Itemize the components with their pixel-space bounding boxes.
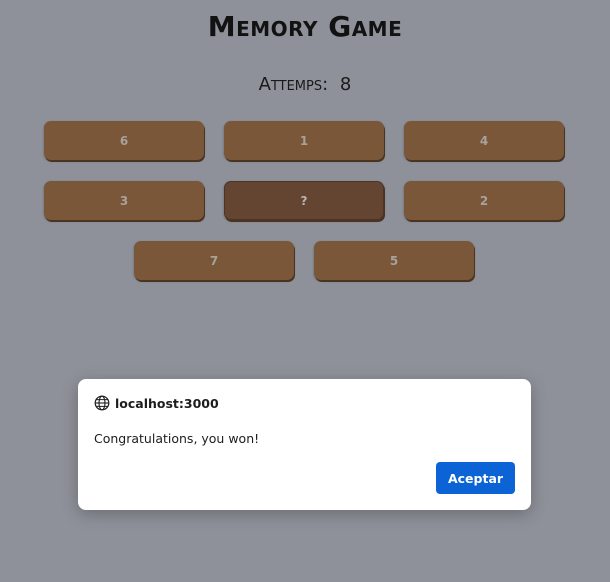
dialog-overlay: localhost:3000 Congratulations, you won!… xyxy=(0,0,610,582)
dialog-origin: localhost:3000 xyxy=(115,395,219,411)
dialog-message: Congratulations, you won! xyxy=(94,431,260,446)
globe-icon xyxy=(94,395,110,411)
alert-dialog: localhost:3000 Congratulations, you won!… xyxy=(78,379,531,510)
dialog-header: localhost:3000 xyxy=(94,395,219,411)
accept-button[interactable]: Aceptar xyxy=(436,462,515,494)
